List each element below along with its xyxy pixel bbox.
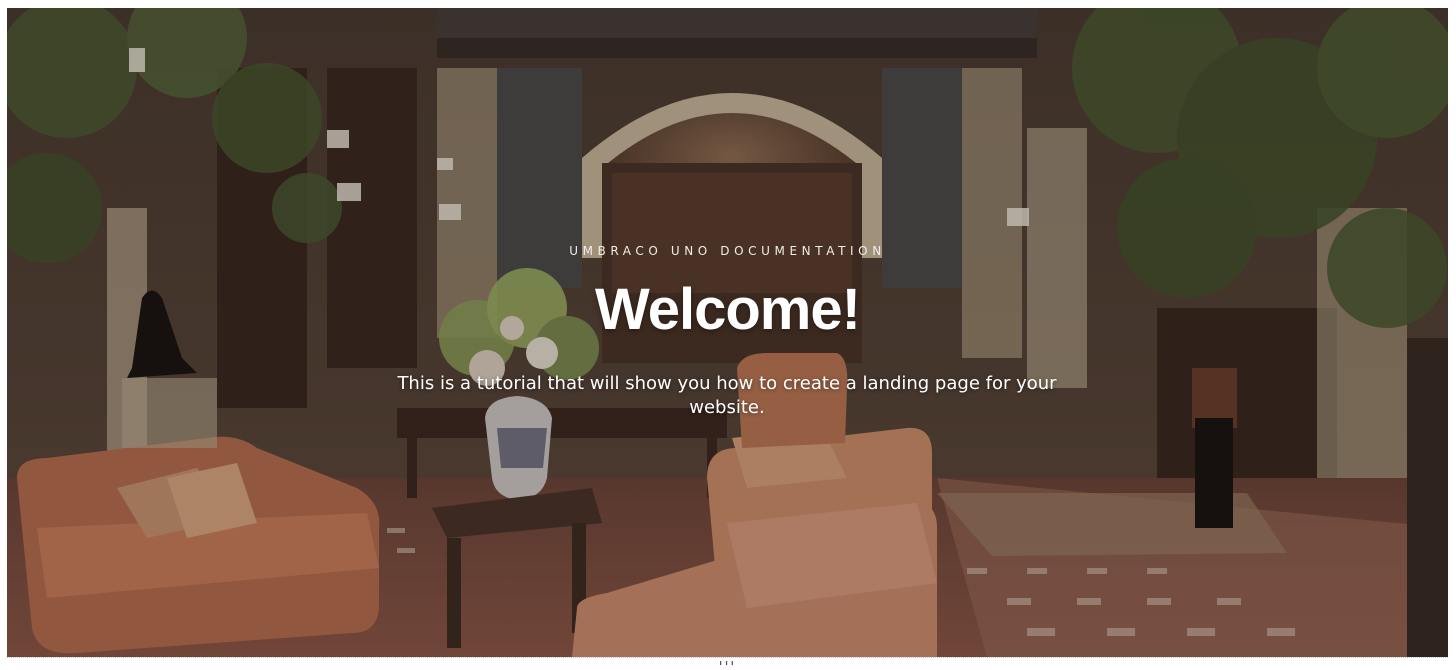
editor-bottom-bar: ┃┃┃ [7,657,1448,670]
hero-title: Welcome! [595,277,861,342]
hero-eyebrow: UMBRACO UNO DOCUMENTATION [569,244,886,258]
hero-section: UMBRACO UNO DOCUMENTATION Welcome! This … [7,8,1448,657]
hero-subtitle: This is a tutorial that will show you ho… [397,373,1057,418]
resize-handle-icon[interactable]: ┃┃┃ [718,661,736,665]
hero-content: UMBRACO UNO DOCUMENTATION Welcome! This … [7,8,1448,657]
